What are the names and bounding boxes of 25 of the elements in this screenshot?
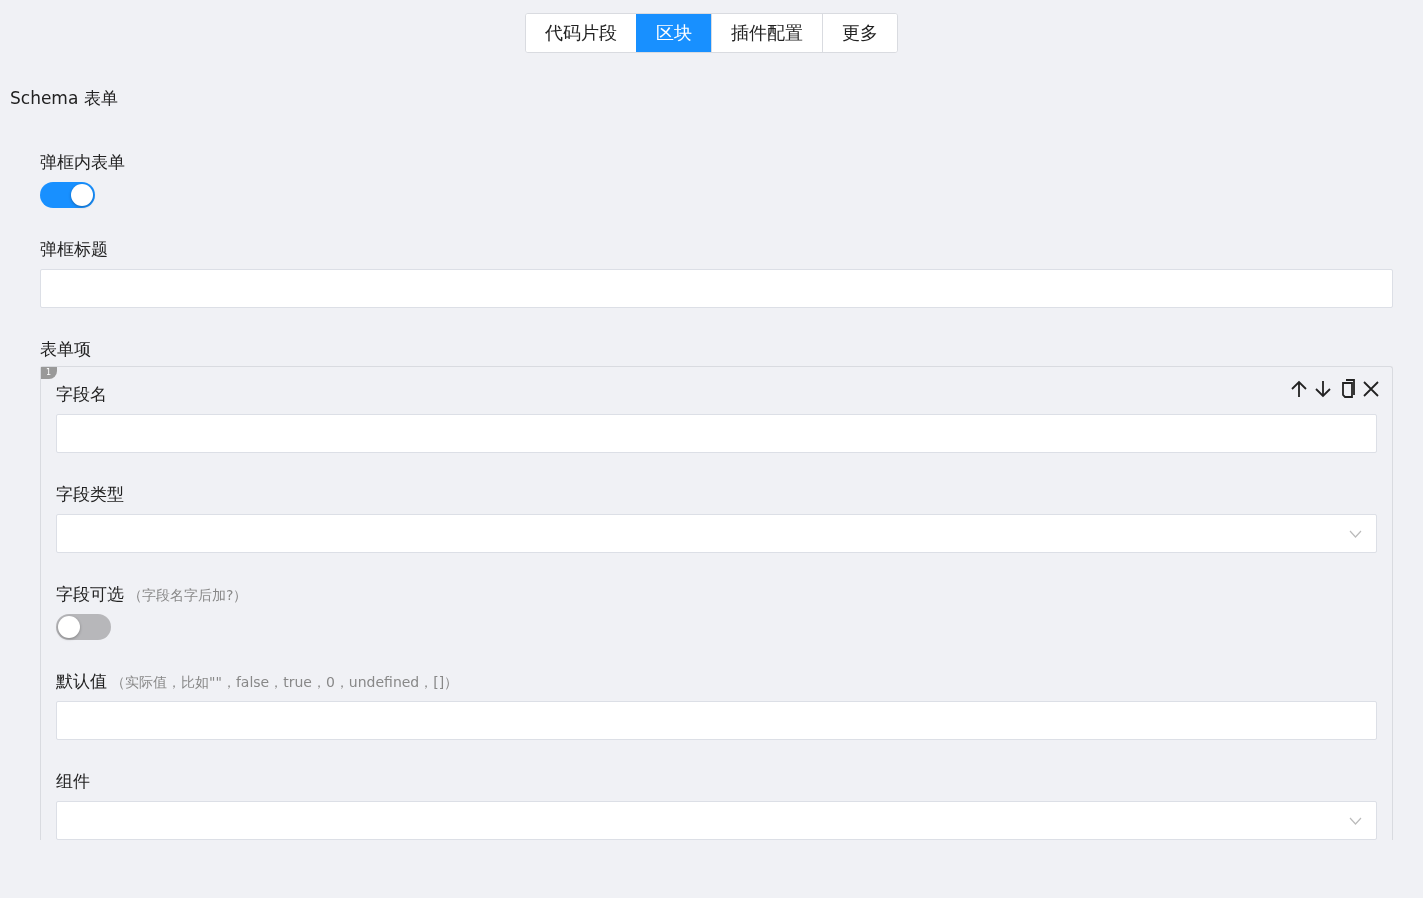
field-label: 字段可选 (56, 583, 124, 606)
close-icon[interactable] (1362, 380, 1380, 398)
input-field[interactable] (40, 269, 1393, 308)
group-label: 表单项 (40, 338, 92, 360)
arrow-up-icon[interactable] (1290, 380, 1308, 398)
field-label: 字段类型 (56, 483, 124, 506)
arrow-down-icon[interactable] (1314, 380, 1332, 398)
field-label: 弹框内表单 (40, 151, 125, 174)
field-hint: （字段名字后加?） (128, 587, 248, 605)
chevron-down-icon (1349, 816, 1362, 825)
select-field[interactable] (56, 514, 1377, 553)
tab[interactable]: 更多 (822, 14, 897, 52)
section-title: Schema 表单 (10, 87, 119, 110)
field-label: 组件 (56, 770, 90, 793)
item-index-badge: 1 (41, 367, 58, 379)
input-field[interactable] (56, 414, 1377, 453)
toggle-switch[interactable] (56, 614, 111, 640)
select-field[interactable] (56, 801, 1377, 840)
chevron-down-icon (1349, 529, 1362, 538)
field-label: 弹框标题 (40, 238, 108, 261)
field-label: 默认值 (56, 670, 107, 693)
field-hint: （实际值，比如""，false，true，0，undefined，[]） (111, 674, 459, 692)
field-label: 字段名 (56, 383, 107, 406)
toggle-switch[interactable] (40, 182, 95, 208)
input-field[interactable] (56, 701, 1377, 740)
